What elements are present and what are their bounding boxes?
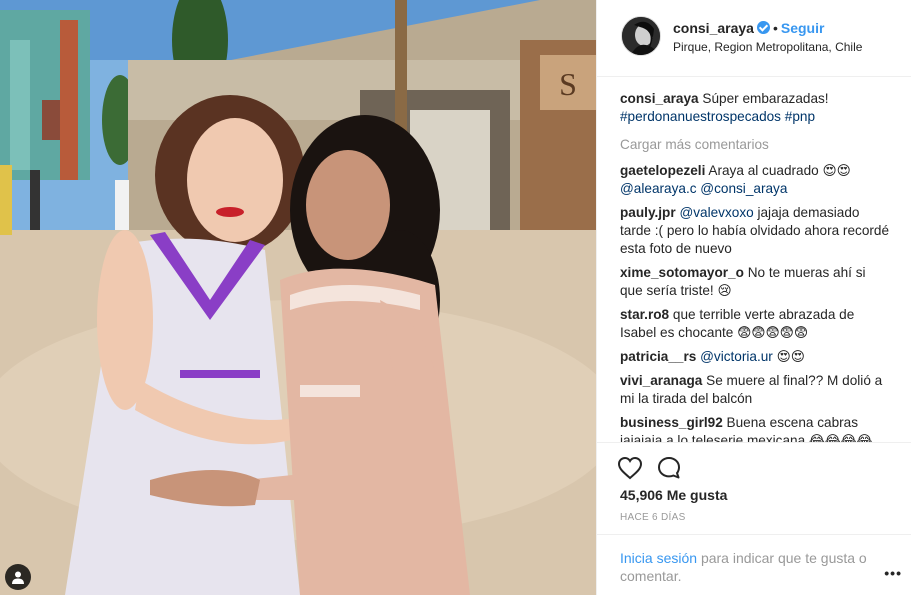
caption-username[interactable]: consi_araya bbox=[620, 91, 699, 106]
caption-text: Súper embarazadas! bbox=[702, 91, 829, 106]
location-link[interactable]: Pirque, Region Metropolitana, Chile bbox=[673, 40, 862, 54]
avatar[interactable] bbox=[621, 16, 661, 56]
follow-button[interactable]: Seguir bbox=[781, 20, 825, 36]
comment-item: patricia__rs @victoria.ur 😍😍 bbox=[620, 348, 890, 366]
svg-text:S: S bbox=[559, 66, 577, 102]
login-prompt: Inicia sesión para indicar que te gusta … bbox=[597, 534, 911, 595]
comments-list[interactable]: consi_araya Súper embarazadas! #perdonan… bbox=[620, 90, 890, 442]
comment-item: gaetelopezeli Araya al cuadrado 😍😍 @alea… bbox=[620, 162, 890, 198]
comment-item: business_girl92 Buena escena cabras jaja… bbox=[620, 414, 890, 442]
heart-icon[interactable] bbox=[617, 455, 643, 481]
comment-emoji: 😍😍 bbox=[776, 349, 805, 364]
comment-emoji: 😍😍 bbox=[822, 163, 851, 178]
username-row: consi_araya • Seguir bbox=[673, 20, 824, 36]
login-link[interactable]: Inicia sesión bbox=[620, 550, 697, 566]
comment-mention[interactable]: @victoria.ur bbox=[700, 349, 773, 364]
comment-emoji: 😢 bbox=[717, 283, 732, 298]
post-modal: S consi_araya • Seguir Pirque, Region Me… bbox=[0, 0, 911, 595]
comment-username[interactable]: gaetelopezeli bbox=[620, 163, 705, 178]
comment-username[interactable]: star.ro8 bbox=[620, 307, 669, 322]
comment-emoji: 😂😂😂😂 bbox=[808, 433, 873, 442]
post-photo[interactable]: S bbox=[0, 0, 596, 595]
comment-emoji: 😨😨😨😨😨 bbox=[737, 325, 808, 340]
separator-dot: • bbox=[772, 20, 778, 36]
post-side-panel: consi_araya • Seguir Pirque, Region Metrop… bbox=[596, 0, 911, 595]
comment-item: pauly.jpr @valevxoxo jajaja demasiado ta… bbox=[620, 204, 890, 258]
verified-badge-icon bbox=[756, 21, 770, 34]
caption-hashtags[interactable]: #perdonanuestrospecados #pnp bbox=[620, 109, 815, 124]
comment-item: xime_sotomayor_o No te mueras ahí si que… bbox=[620, 264, 890, 300]
action-bar bbox=[597, 442, 911, 492]
comment-mention[interactable]: @alearaya.c @consi_araya bbox=[620, 181, 787, 196]
load-more-comments-button[interactable]: Cargar más comentarios bbox=[620, 136, 890, 154]
more-options-icon[interactable]: ••• bbox=[884, 565, 902, 581]
comment-username[interactable]: pauly.jpr bbox=[620, 205, 676, 220]
login-prompt-text: Inicia sesión para indicar que te gusta … bbox=[620, 549, 870, 585]
caption: consi_araya Súper embarazadas! #perdonan… bbox=[620, 90, 890, 126]
like-count[interactable]: 45,906 Me gusta bbox=[620, 487, 727, 503]
comment-text: Araya al cuadrado bbox=[708, 163, 823, 178]
photo-illustration: S bbox=[0, 0, 596, 595]
post-timestamp: HACE 6 DÍAS bbox=[620, 512, 686, 523]
comment-username[interactable]: vivi_aranaga bbox=[620, 373, 702, 388]
user-tag-icon bbox=[12, 571, 24, 584]
comment-username[interactable]: business_girl92 bbox=[620, 415, 723, 430]
comment-item: star.ro8 que terrible verte abrazada de … bbox=[620, 306, 890, 342]
comment-item: vivi_aranaga Se muere al final?? M dolió… bbox=[620, 372, 890, 408]
comment-mention[interactable]: @valevxoxo bbox=[679, 205, 753, 220]
avatar-image bbox=[622, 17, 660, 55]
comment-username[interactable]: xime_sotomayor_o bbox=[620, 265, 744, 280]
username-link[interactable]: consi_araya bbox=[673, 20, 754, 36]
user-tag-button[interactable] bbox=[5, 564, 31, 590]
comment-bubble-icon[interactable] bbox=[656, 455, 682, 481]
post-header: consi_araya • Seguir Pirque, Region Metrop… bbox=[597, 0, 911, 77]
comment-username[interactable]: patricia__rs bbox=[620, 349, 696, 364]
